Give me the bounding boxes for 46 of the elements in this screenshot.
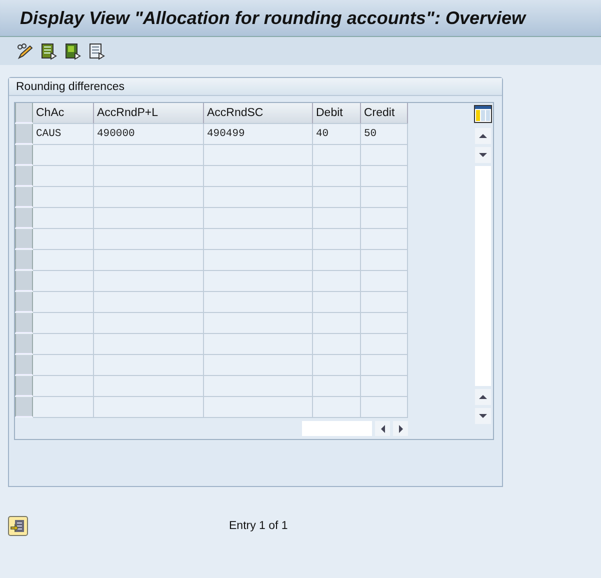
caret-left-icon: [380, 424, 386, 432]
document-arrow-icon[interactable]: [88, 42, 105, 60]
scroll-up-button[interactable]: [475, 128, 491, 144]
table-cell: 50: [361, 124, 408, 145]
column-header[interactable]: Credit: [361, 103, 408, 124]
caret-up-icon: [479, 394, 487, 400]
column-header[interactable]: ChAc: [33, 103, 94, 124]
scroll-track[interactable]: [302, 421, 372, 436]
document-arrow-icon[interactable]: [64, 42, 81, 60]
row-selector[interactable]: [15, 292, 33, 312]
window-title: Display View "Allocation for rounding accounts": Overview: [20, 8, 526, 28]
scroll-down-button[interactable]: [475, 147, 491, 163]
caret-right-icon: [398, 424, 404, 432]
scroll-right-button[interactable]: [393, 421, 408, 436]
table-cell: 40: [313, 124, 361, 145]
select-all-cell[interactable]: [15, 103, 33, 123]
caret-up-icon: [479, 133, 487, 139]
scroll-left-button[interactable]: [375, 421, 390, 436]
row-selector[interactable]: [15, 334, 33, 354]
column-header[interactable]: AccRndSC: [204, 103, 313, 124]
row-selector[interactable]: [15, 124, 33, 144]
row-selector[interactable]: [15, 397, 33, 417]
table-cell: CAUS: [33, 124, 94, 145]
status-text: Entry 1 of 1: [229, 520, 288, 532]
row-selector[interactable]: [15, 145, 33, 165]
column-header[interactable]: AccRndP+L: [94, 103, 204, 124]
column-header[interactable]: Debit: [313, 103, 361, 124]
caret-down-icon: [479, 152, 487, 158]
group-title: Rounding differences: [16, 80, 124, 92]
row-selector[interactable]: [15, 187, 33, 207]
row-selector[interactable]: [15, 376, 33, 396]
row-selector[interactable]: [15, 229, 33, 249]
scroll-down-button[interactable]: [475, 408, 491, 424]
table-cell: 490499: [204, 124, 313, 145]
row-selector[interactable]: [15, 355, 33, 375]
pencil-glasses-icon[interactable]: [16, 42, 33, 60]
caret-down-icon: [479, 413, 487, 419]
row-selector[interactable]: [15, 208, 33, 228]
document-arrow-icon[interactable]: [40, 42, 57, 60]
scroll-up-button[interactable]: [475, 389, 491, 405]
column-settings-icon[interactable]: [474, 105, 492, 123]
row-selector[interactable]: [15, 250, 33, 270]
row-selector[interactable]: [15, 271, 33, 291]
table-cell: 490000: [94, 124, 204, 145]
row-selector[interactable]: [15, 313, 33, 333]
row-selector[interactable]: [15, 166, 33, 186]
